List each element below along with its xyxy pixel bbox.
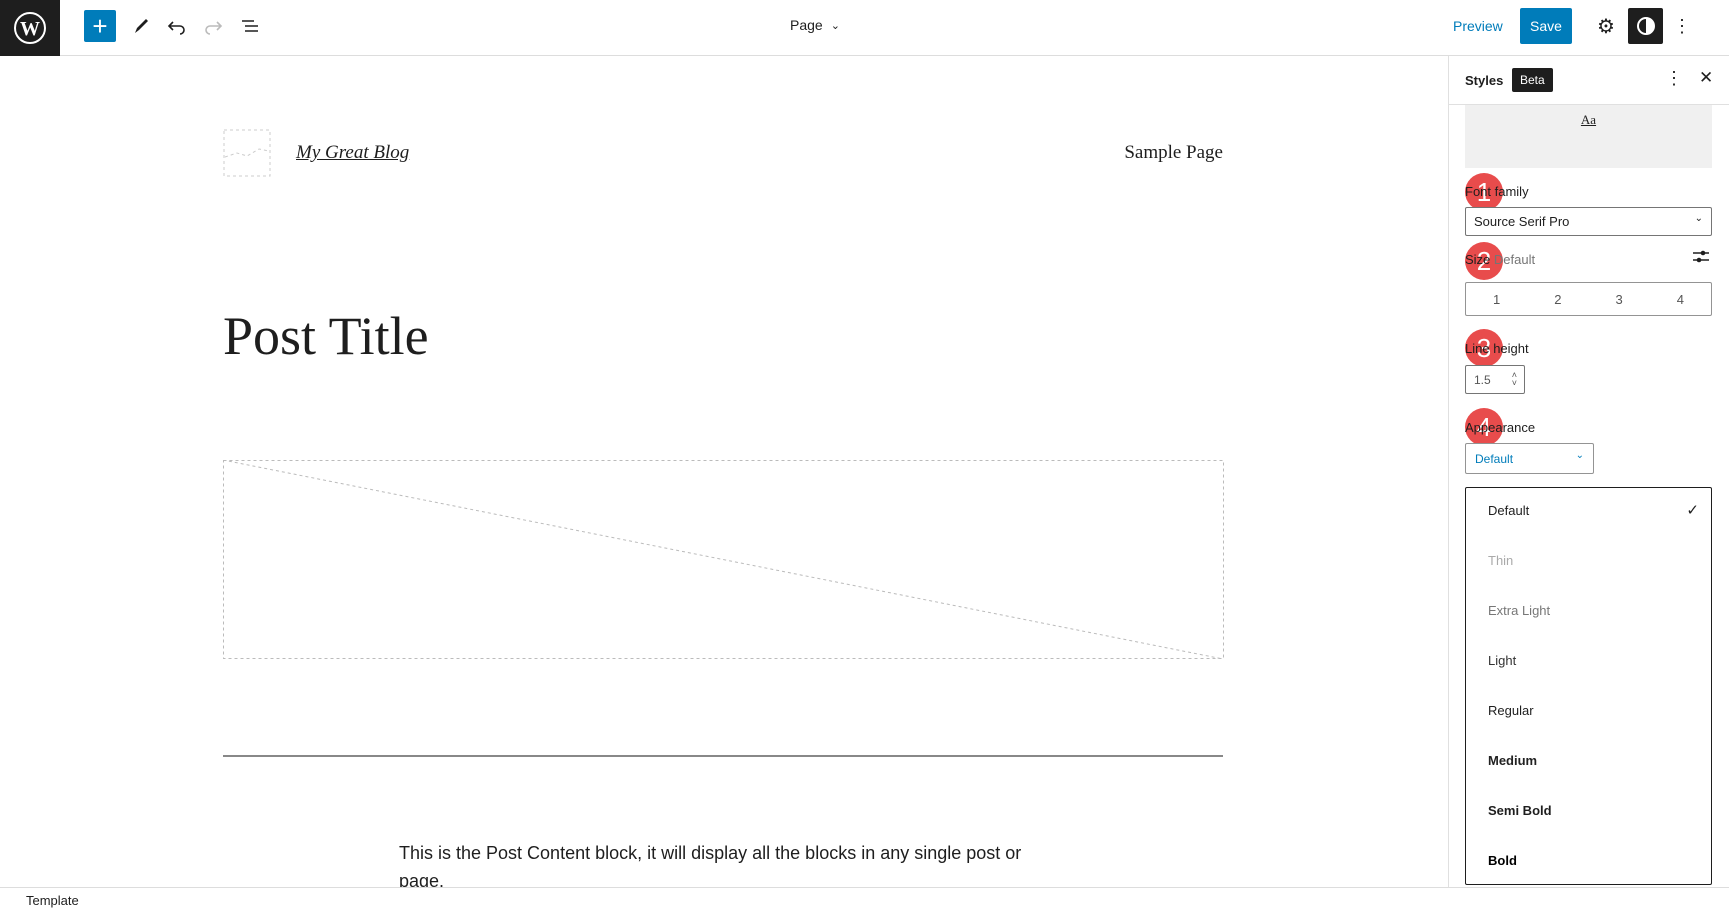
font-family-select[interactable]: Source Serif Pro ⌄ — [1465, 207, 1712, 236]
option-bold[interactable]: Bold — [1488, 853, 1517, 868]
nav-item-sample-page[interactable]: Sample Page — [1124, 142, 1223, 164]
separator — [223, 755, 1223, 757]
edit-tool-button[interactable] — [125, 10, 157, 42]
beta-badge: Beta — [1512, 68, 1553, 92]
option-default[interactable]: Default — [1488, 503, 1529, 518]
footer-breadcrumb: Template — [0, 887, 1729, 909]
chevron-down-icon: ⌄ — [1694, 213, 1703, 224]
post-title[interactable]: Post Title — [223, 305, 429, 367]
appearance-value: Default — [1475, 452, 1514, 466]
list-view-icon — [242, 20, 258, 32]
font-size-picker: 1 2 3 4 — [1465, 282, 1712, 316]
svg-text:W: W — [20, 18, 40, 40]
breadcrumb-template[interactable]: Template — [26, 893, 79, 908]
size-label: Size — [1465, 252, 1491, 267]
gear-icon: ⚙ — [1597, 15, 1615, 38]
styles-sidebar: Styles Beta ⋮ ✕ Aa 1 Font family Source … — [1448, 56, 1729, 887]
font-family-label: Font family — [1465, 184, 1529, 199]
redo-button[interactable] — [197, 10, 229, 42]
sidebar-header: Styles Beta ⋮ ✕ — [1449, 56, 1729, 105]
checkmark-icon: ✓ — [1686, 502, 1699, 519]
option-semi-bold[interactable]: Semi Bold — [1488, 803, 1552, 818]
option-light[interactable]: Light — [1488, 653, 1516, 668]
preview-button[interactable]: Preview — [1453, 18, 1503, 34]
option-extra-light[interactable]: Extra Light — [1488, 603, 1550, 618]
chevron-down-icon: ⌄ — [830, 19, 840, 32]
document-title: Page — [790, 17, 823, 33]
site-logo-placeholder[interactable] — [223, 129, 271, 177]
featured-image-placeholder[interactable] — [223, 460, 1224, 660]
size-option[interactable]: 1 — [1466, 283, 1527, 315]
stepper-icon[interactable]: ˄ ˅ — [1512, 371, 1517, 388]
line-height-input[interactable]: 1.5 ˄ ˅ — [1465, 365, 1525, 394]
size-option[interactable]: 3 — [1589, 283, 1650, 315]
option-medium[interactable]: Medium — [1488, 753, 1537, 768]
line-height-value: 1.5 — [1474, 373, 1491, 387]
settings-button[interactable]: ⚙ — [1590, 10, 1622, 42]
undo-icon — [167, 21, 185, 35]
chevron-down-icon: ⌄ — [1575, 450, 1584, 461]
font-family-value: Source Serif Pro — [1474, 214, 1570, 229]
wordpress-logo-icon[interactable]: W — [0, 0, 60, 56]
typography-preview: Aa — [1465, 105, 1712, 168]
styles-button[interactable] — [1628, 8, 1663, 44]
save-button[interactable]: Save — [1520, 8, 1572, 44]
plus-icon: + — [92, 10, 108, 41]
add-block-button[interactable]: + — [84, 10, 116, 42]
list-view-button[interactable] — [234, 10, 266, 42]
option-regular[interactable]: Regular — [1488, 703, 1534, 718]
custom-size-toggle-icon[interactable] — [1692, 248, 1710, 266]
redo-icon — [205, 21, 223, 35]
document-title-dropdown[interactable]: Page ⌄ — [790, 17, 840, 33]
more-vertical-icon[interactable]: ⋮ — [1665, 68, 1683, 89]
option-thin[interactable]: Thin — [1488, 553, 1513, 568]
appearance-options-list: Default ✓ Thin Extra Light Light Regular… — [1465, 487, 1712, 885]
options-button[interactable]: ⋮ — [1666, 10, 1698, 42]
size-value: Default — [1493, 252, 1536, 267]
appearance-label: Appearance — [1465, 420, 1536, 435]
size-option[interactable]: 2 — [1527, 283, 1588, 315]
pencil-icon — [135, 19, 148, 33]
more-vertical-icon: ⋮ — [1673, 15, 1691, 36]
size-option[interactable]: 4 — [1650, 283, 1711, 315]
preview-text: Aa — [1580, 112, 1597, 127]
undo-button[interactable] — [161, 10, 193, 42]
contrast-icon — [1636, 17, 1655, 35]
editor-canvas: My Great Blog Sample Page Post Title Thi… — [0, 57, 1448, 891]
site-title[interactable]: My Great Blog — [296, 142, 409, 164]
sidebar-title: Styles — [1465, 73, 1504, 88]
top-toolbar: W + Page ⌄ Preview Save ⚙ ⋮ — [0, 0, 1729, 56]
close-icon[interactable]: ✕ — [1699, 68, 1713, 88]
appearance-select[interactable]: Default ⌄ — [1465, 443, 1594, 474]
line-height-label: Line height — [1465, 341, 1529, 356]
